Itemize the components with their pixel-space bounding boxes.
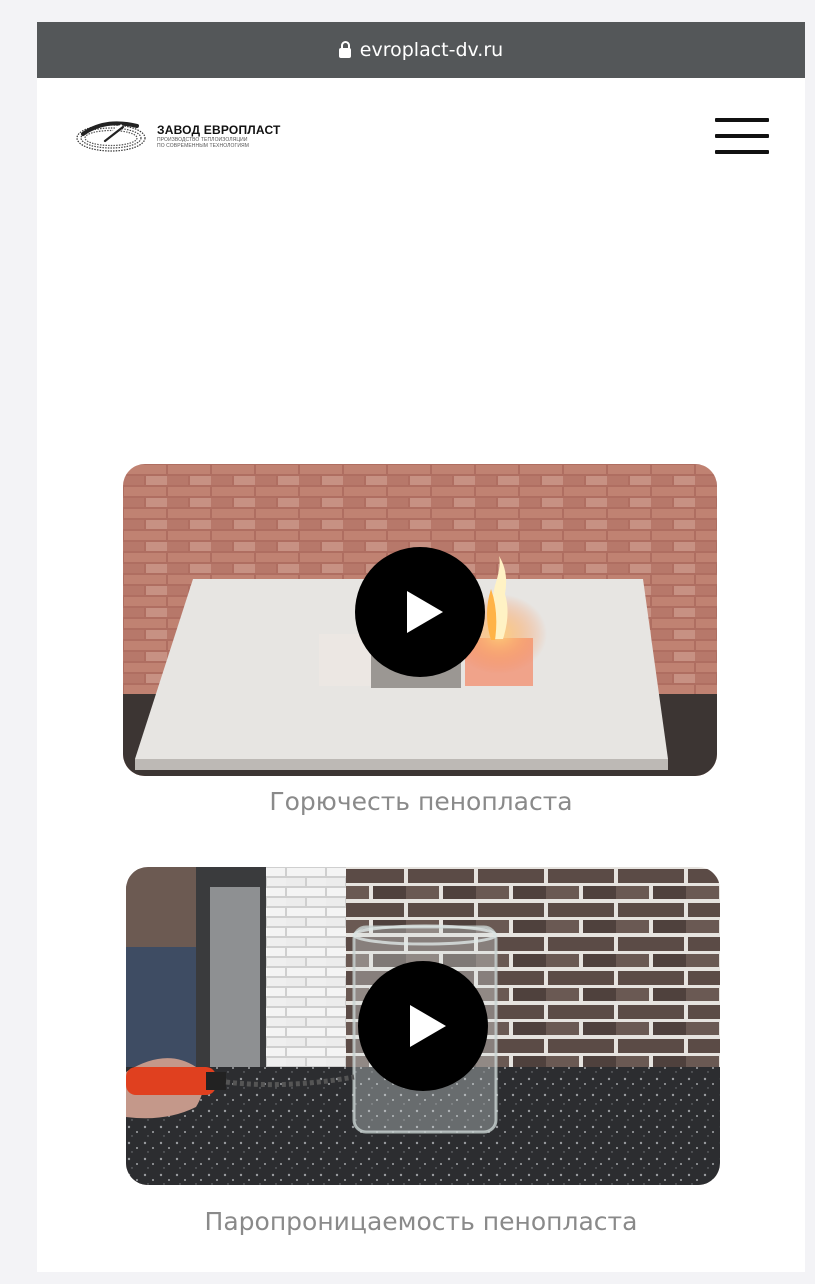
logo-subtitle-line-2: ПО СОВРЕМЕННЫМ ТЕХНОЛОГИЯМ — [157, 143, 249, 149]
play-button[interactable] — [358, 961, 488, 1091]
video-caption-vapor-permeability: Паропроницаемость пенопласта — [204, 1207, 638, 1236]
logo-title: ЗАВОД ЕВРОПЛАСТ — [157, 123, 281, 137]
logo-emblem-icon — [76, 121, 146, 152]
lock-icon — [338, 40, 351, 58]
device-frame: evroplact-dv.ru ЗАВОД ЕВРОПЛАСТ ПРОИЗВОД… — [18, 0, 810, 1284]
browser-screen: evroplact-dv.ru ЗАВОД ЕВРОПЛАСТ ПРОИЗВОД… — [37, 22, 805, 1272]
address-bar[interactable]: evroplact-dv.ru — [37, 22, 805, 78]
menu-line — [715, 150, 769, 154]
site-logo[interactable]: ЗАВОД ЕВРОПЛАСТ ПРОИЗВОДСТВО ТЕПЛОИЗОЛЯЦ… — [75, 116, 281, 156]
hamburger-menu-icon[interactable] — [715, 118, 769, 158]
menu-line — [715, 134, 769, 138]
video-flammability[interactable] — [123, 464, 717, 776]
video-vapor-permeability[interactable] — [126, 867, 720, 1185]
video-caption-flammability: Горючесть пенопласта — [269, 787, 573, 816]
play-icon — [410, 1005, 446, 1047]
site-header: ЗАВОД ЕВРОПЛАСТ ПРОИЗВОДСТВО ТЕПЛОИЗОЛЯЦ… — [37, 78, 805, 188]
menu-line — [715, 118, 769, 122]
play-button[interactable] — [355, 547, 485, 677]
logo-text: ЗАВОД ЕВРОПЛАСТ ПРОИЗВОДСТВО ТЕПЛОИЗОЛЯЦ… — [157, 123, 281, 149]
play-icon — [407, 591, 443, 633]
url-text: evroplact-dv.ru — [359, 39, 504, 61]
